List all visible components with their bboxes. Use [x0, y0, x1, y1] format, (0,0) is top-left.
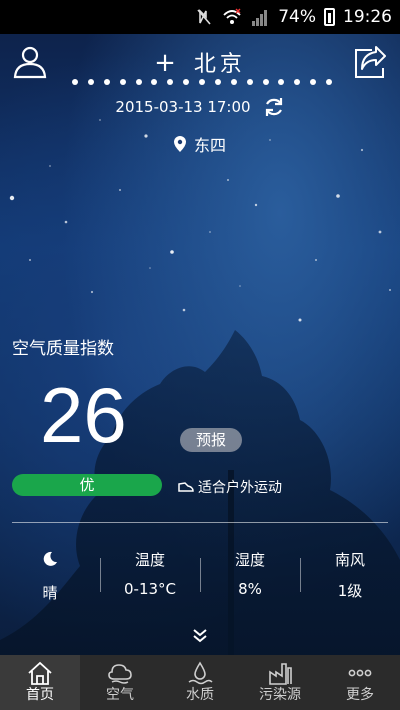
forecast-button[interactable]: 预报 [180, 428, 242, 452]
page-dot [119, 79, 126, 85]
page-dot [230, 79, 237, 85]
page-dot [103, 79, 110, 85]
air-icon [108, 664, 132, 684]
location-pin-icon [173, 136, 186, 152]
moon-icon [43, 551, 57, 566]
nav-item-air[interactable]: 空气 [80, 655, 160, 710]
nav-item-water[interactable]: 水质 [160, 655, 240, 710]
more-icon [348, 669, 372, 677]
suggestion-text: 适合户外运动 [198, 480, 282, 496]
battery-percent: 74% [278, 7, 316, 27]
activity-suggestion: 适合户外运动 [178, 477, 282, 497]
page-dot [246, 79, 253, 85]
nav-item-home[interactable]: 首页 [0, 655, 80, 710]
aqi-label: 空气质量指数 [12, 339, 114, 359]
status-bar: 74% 19:26 [0, 0, 400, 34]
page-dot [135, 79, 142, 85]
station-selector[interactable]: 东四 [0, 132, 400, 156]
aqi-level-badge: 优 [12, 474, 162, 496]
divider [12, 522, 388, 523]
page-dot [310, 79, 317, 85]
share-icon[interactable] [352, 44, 388, 80]
nav-item-more[interactable]: 更多 [320, 655, 400, 710]
refresh-icon[interactable] [263, 96, 285, 118]
city-name: 北京 [193, 52, 246, 77]
city-page-indicator [72, 79, 332, 85]
wind-cell: 南风 1级 [300, 548, 400, 608]
page-dot [72, 79, 78, 85]
nav-label-pollution: 污染源 [259, 687, 301, 703]
clock: 19:26 [343, 7, 392, 27]
nav-label-water: 水质 [186, 687, 214, 703]
home-icon [28, 661, 52, 685]
aqi-value: 26 [40, 371, 127, 459]
page-dot [183, 79, 190, 85]
page-dot [87, 79, 94, 85]
nav-item-pollution[interactable]: 污染源 [240, 655, 320, 710]
bottom-navigation: 首页 空气 水质 污染源 更多 [0, 655, 400, 710]
city-selector[interactable]: + 北京 [0, 46, 400, 78]
station-name: 东四 [193, 136, 226, 155]
signal-icon [252, 10, 268, 26]
temperature-value: 0-13°C [123, 580, 177, 598]
page-dot [278, 79, 285, 85]
nav-label-home: 首页 [26, 687, 54, 703]
water-icon [188, 661, 213, 685]
page-dot [214, 79, 221, 85]
page-dot [151, 79, 158, 85]
page-dot [294, 79, 301, 85]
page-dot [326, 79, 332, 85]
humidity-cell: 湿度 8% [200, 548, 300, 608]
weather-cell: 晴 [0, 548, 100, 608]
humidity-label: 湿度 [234, 551, 265, 569]
shoe-icon [178, 482, 194, 492]
humidity-value: 8% [238, 580, 262, 598]
temperature-label: 温度 [134, 551, 165, 569]
update-time: 2015-03-13 17:00 [115, 98, 251, 116]
nav-label-air: 空气 [106, 687, 134, 703]
page-dot [199, 79, 205, 85]
update-time-row: 2015-03-13 17:00 [0, 96, 400, 118]
page-dot [167, 79, 174, 85]
weather-stats-row: 晴 温度 0-13°C 湿度 8% 南风 1级 [0, 548, 400, 608]
mute-icon [197, 9, 211, 25]
wind-level: 1级 [337, 582, 363, 600]
double-chevron-down-icon[interactable] [190, 628, 210, 644]
add-city-button[interactable]: + [154, 48, 180, 78]
temperature-cell: 温度 0-13°C [100, 548, 200, 608]
page-dot [262, 79, 269, 85]
nav-label-more: 更多 [346, 687, 374, 703]
battery-icon [324, 8, 335, 26]
wifi-icon [223, 8, 241, 24]
weather-text: 晴 [42, 584, 58, 602]
factory-icon [269, 663, 292, 685]
wind-direction: 南风 [334, 551, 365, 569]
